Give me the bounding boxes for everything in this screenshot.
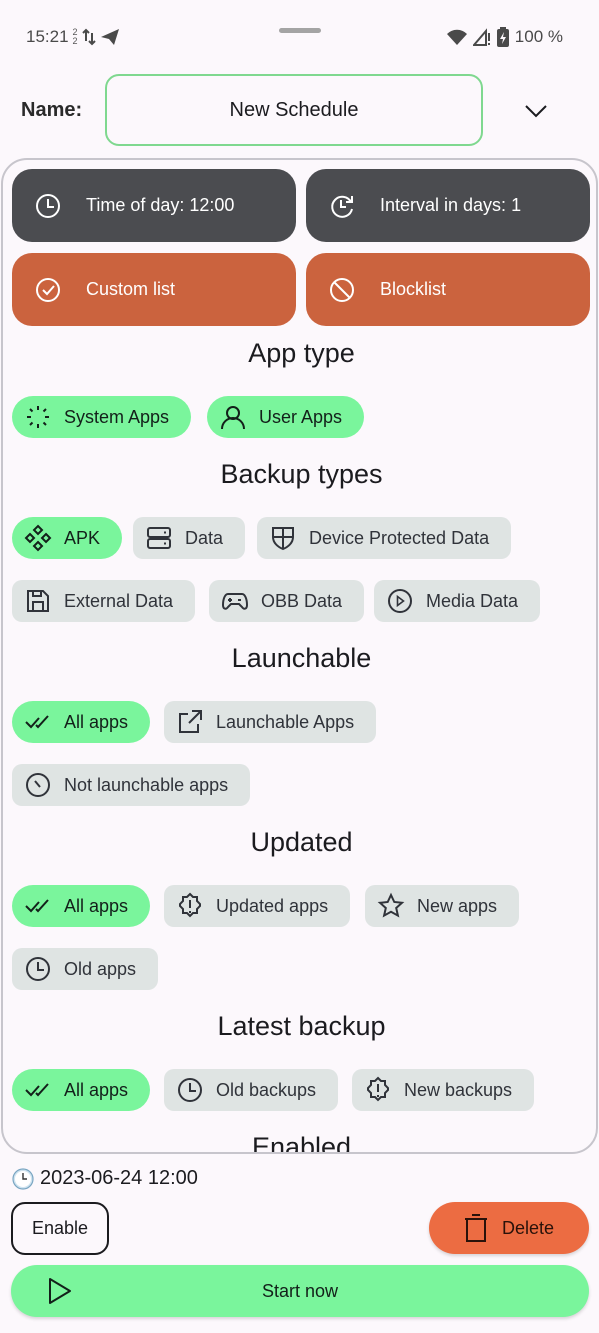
- time-of-day-button[interactable]: Time of day: 12:00: [12, 169, 296, 242]
- status-right: 100 %: [446, 27, 563, 47]
- storage-icon: [147, 527, 171, 549]
- double-check-icon: [25, 1083, 49, 1097]
- enable-button[interactable]: Enable: [11, 1202, 109, 1255]
- chip-new-backups[interactable]: New backups: [352, 1069, 535, 1111]
- chip-external-data[interactable]: External Data: [12, 580, 196, 622]
- chip-new-apps[interactable]: New apps: [365, 885, 520, 927]
- chip-old-apps[interactable]: Old apps: [12, 948, 159, 990]
- chip-device-protected-data[interactable]: Device Protected Data: [257, 517, 512, 559]
- clock-emoji-icon: [12, 1167, 34, 1190]
- spinner-icon: [27, 406, 49, 428]
- chip-old-backups[interactable]: Old backups: [164, 1069, 339, 1111]
- start-now-button[interactable]: Start now: [11, 1265, 589, 1317]
- launchable-title: Launchable: [231, 643, 372, 673]
- delete-button[interactable]: Delete: [429, 1202, 589, 1254]
- star-icon: [377, 892, 405, 918]
- chip-system-apps[interactable]: System Apps: [12, 396, 192, 438]
- updated-title: Updated: [250, 827, 353, 857]
- clock-icon: [26, 957, 50, 981]
- blocklist-button[interactable]: Blocklist: [306, 253, 590, 326]
- schedule-name-input[interactable]: [105, 74, 483, 146]
- notification-count: 2 2: [72, 27, 78, 46]
- custom-list-label: Custom list: [86, 279, 176, 299]
- block-icon: [330, 278, 354, 302]
- signal-icon: [472, 28, 490, 46]
- double-check-icon: [25, 715, 49, 729]
- name-row: Name:: [0, 73, 599, 147]
- clock-icon: [178, 1078, 202, 1102]
- chip-data[interactable]: Data: [133, 517, 246, 559]
- clock-refresh-icon: [331, 195, 353, 218]
- chip-user-apps[interactable]: User Apps: [207, 396, 365, 438]
- chip-media-data[interactable]: Media Data: [374, 580, 541, 622]
- external-link-icon: [179, 710, 202, 733]
- badge-alert-icon: [367, 1076, 389, 1102]
- drag-handle[interactable]: [279, 28, 321, 33]
- next-run-label: 2023-06-24 12:00: [40, 1167, 198, 1189]
- chip-updated-all-apps[interactable]: All apps: [12, 885, 151, 927]
- slash-circle-icon: [26, 773, 50, 797]
- schedule-settings-card[interactable]: Time of day: 12:00 Interval in days: 1 C…: [1, 158, 598, 1154]
- next-run-time: 2023-06-24 12:00: [12, 1167, 198, 1190]
- diamonds-icon: [24, 524, 52, 552]
- badge-alert-icon: [179, 892, 201, 918]
- shield-icon: [272, 527, 294, 551]
- chip-apk[interactable]: APK: [12, 517, 123, 559]
- wifi-icon: [446, 29, 467, 45]
- chevron-down-icon[interactable]: [522, 97, 550, 125]
- data-transfer-icon: [81, 28, 96, 46]
- double-check-icon: [25, 899, 49, 913]
- trash-icon: [465, 1214, 487, 1242]
- chip-launchable-apps[interactable]: Launchable Apps: [164, 701, 377, 743]
- status-time: 15:21: [26, 27, 69, 46]
- interval-label: Interval in days: 1: [380, 195, 522, 215]
- chip-not-launchable-apps[interactable]: Not launchable apps: [12, 764, 251, 806]
- play-circle-icon: [388, 589, 412, 613]
- backup-types-title: Backup types: [220, 459, 383, 489]
- name-label: Name:: [21, 99, 83, 121]
- gamepad-icon: [221, 593, 249, 610]
- status-left: 15:21 2 2: [26, 27, 120, 47]
- latest-backup-title: Latest backup: [217, 1011, 386, 1041]
- telegram-icon: [100, 29, 119, 45]
- battery-charging-icon: [496, 27, 509, 47]
- time-of-day-label: Time of day: 12:00: [86, 195, 235, 215]
- chip-obb-data[interactable]: OBB Data: [209, 580, 365, 622]
- custom-list-button[interactable]: Custom list: [12, 253, 296, 326]
- app-type-title: App type: [248, 338, 355, 368]
- blocklist-label: Blocklist: [380, 279, 447, 299]
- interval-button[interactable]: Interval in days: 1: [306, 169, 590, 242]
- check-circle-icon: [36, 278, 60, 302]
- clock-icon: [36, 194, 60, 218]
- status-bar: 15:21 2 2 100 %: [0, 0, 599, 70]
- chip-latest-backup-all-apps[interactable]: All apps: [12, 1069, 151, 1111]
- chip-launchable-all-apps[interactable]: All apps: [12, 701, 151, 743]
- user-icon: [221, 406, 245, 430]
- floppy-icon: [27, 590, 49, 612]
- enabled-title: Enabled: [251, 1132, 352, 1154]
- chip-updated-apps[interactable]: Updated apps: [164, 885, 351, 927]
- battery-level: 100 %: [514, 27, 563, 46]
